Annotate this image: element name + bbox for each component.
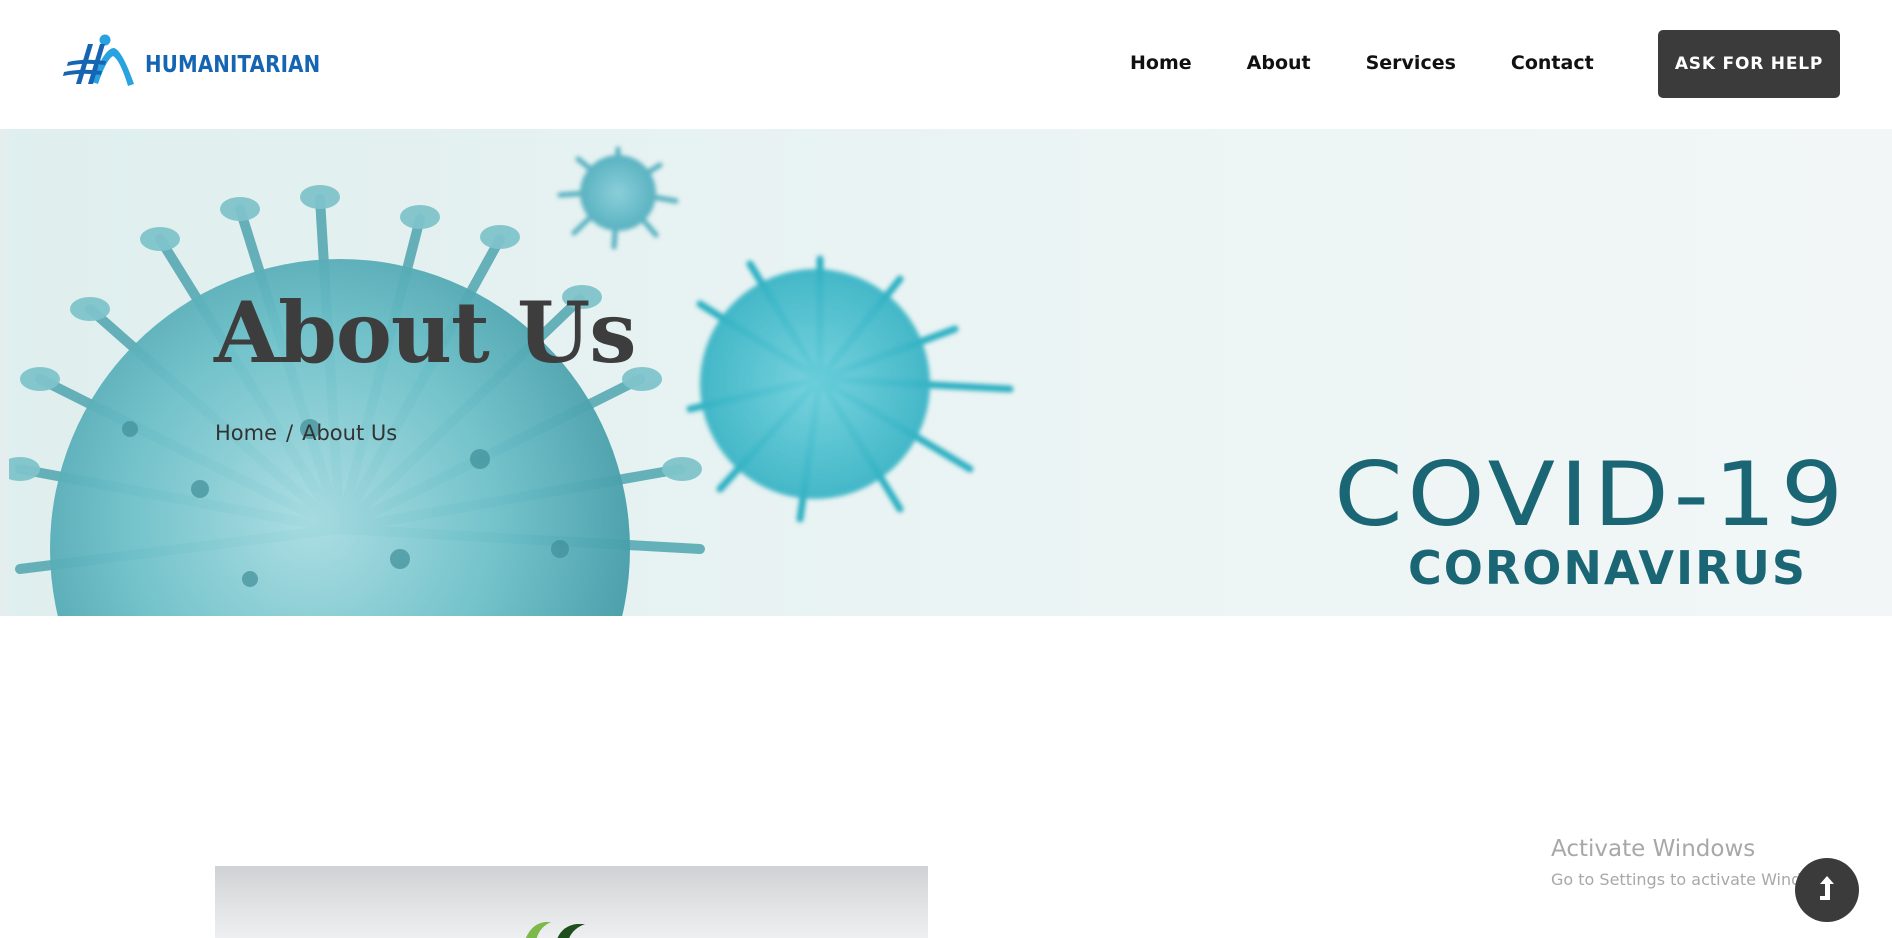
- nav-item-services[interactable]: Services: [1366, 52, 1456, 74]
- page-title: About Us: [214, 283, 637, 382]
- breadcrumb-separator: /: [286, 421, 294, 445]
- about-section-image: [215, 866, 928, 938]
- humanitarian-logo-icon: [62, 34, 136, 88]
- site-header: HUMANITARIAN Home About Services Contact…: [0, 0, 1892, 129]
- hero-banner: COVID-19 CORONAVIRUS About Us Home / About…: [0, 129, 1892, 616]
- back-to-top-button[interactable]: [1795, 858, 1859, 922]
- nav-item-contact[interactable]: Contact: [1511, 52, 1594, 74]
- nav-item-about[interactable]: About: [1247, 52, 1311, 74]
- windows-activation-watermark: Activate Windows Go to Settings to activ…: [1551, 836, 1838, 889]
- covid-banner-title: COVID-19: [1334, 443, 1848, 546]
- green-logo-fragment: [525, 922, 585, 938]
- watermark-title: Activate Windows: [1551, 836, 1756, 862]
- breadcrumb-home-link[interactable]: Home: [215, 421, 277, 445]
- nav-item-home[interactable]: Home: [1130, 52, 1192, 74]
- breadcrumb: Home / About Us: [215, 421, 397, 445]
- breadcrumb-current: About Us: [302, 421, 398, 445]
- arrow-up-icon: [1815, 874, 1839, 907]
- ask-for-help-button[interactable]: ASK FOR HELP: [1658, 30, 1840, 98]
- main-nav: Home About Services Contact: [1130, 52, 1649, 74]
- brand-name: HUMANITARIAN: [145, 52, 321, 78]
- covid-banner-subtitle: CORONAVIRUS: [1408, 541, 1807, 595]
- brand-logo-link[interactable]: HUMANITARIAN: [62, 34, 349, 88]
